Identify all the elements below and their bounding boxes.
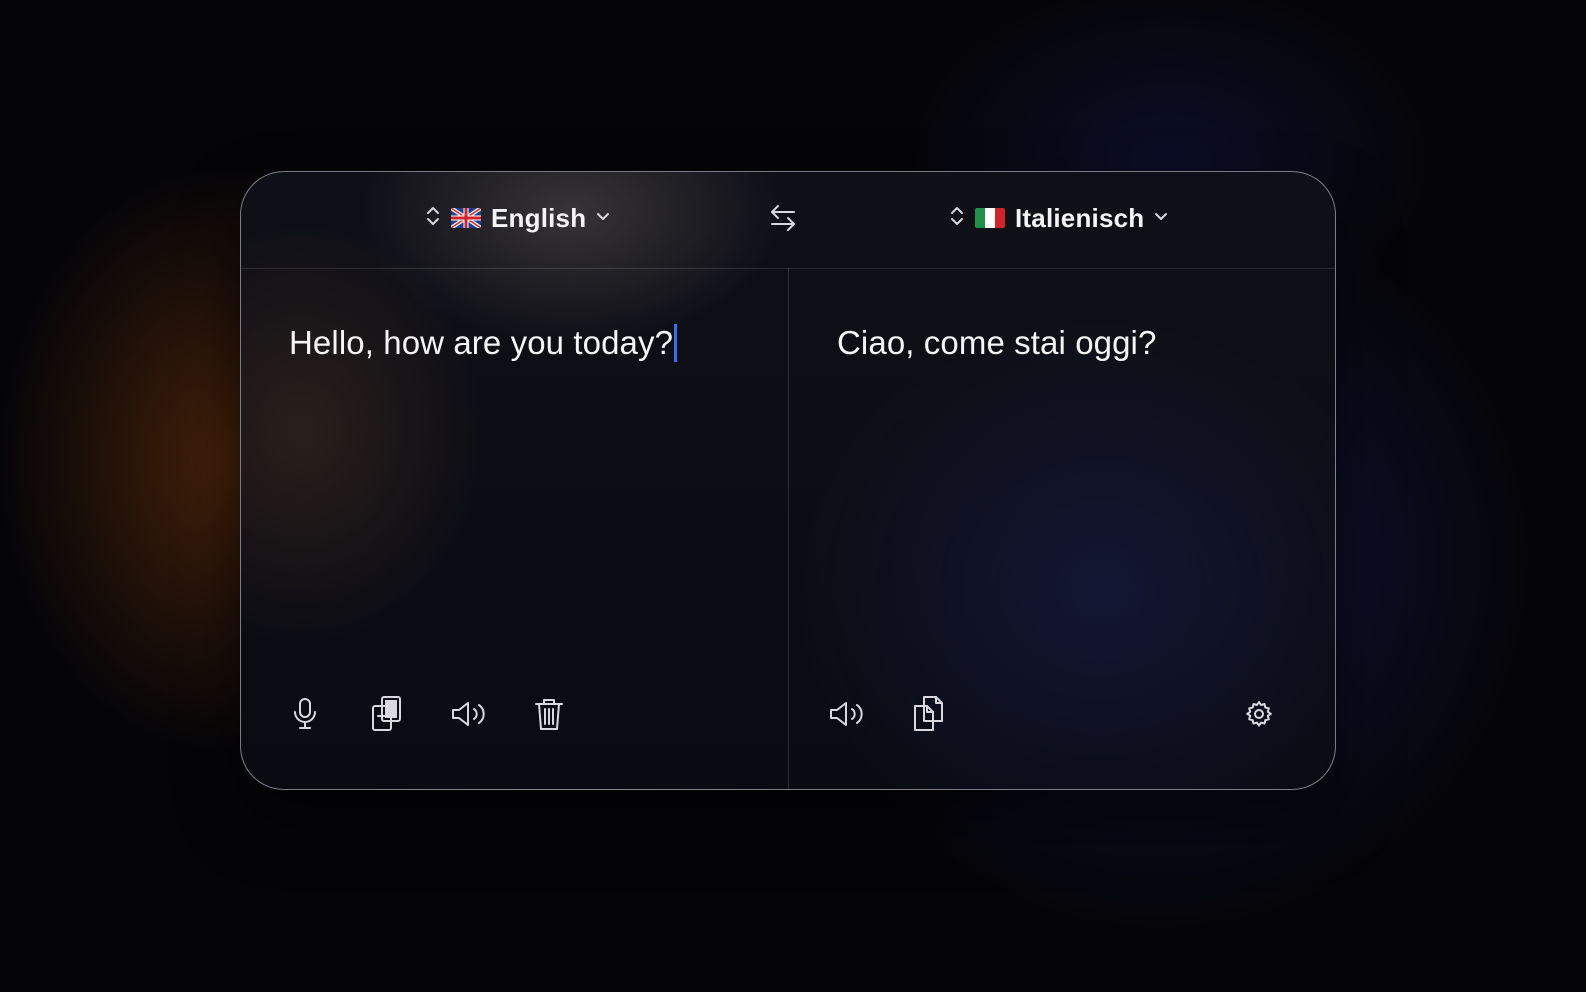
microphone-button[interactable] — [283, 692, 327, 736]
translator-window: English Italienisch Hello, how are you t… — [240, 171, 1336, 790]
target-text: Ciao, come stai oggi? — [837, 324, 1157, 361]
source-language-selector[interactable]: English — [425, 198, 610, 238]
language-bar: English Italienisch — [241, 172, 1335, 269]
pane-divider — [788, 268, 789, 789]
copy-translation-button[interactable] — [907, 692, 951, 736]
speaker-icon — [827, 698, 867, 730]
settings-button[interactable] — [1237, 692, 1281, 736]
text-caret — [674, 324, 678, 362]
gear-icon — [1244, 699, 1274, 729]
speaker-icon — [449, 698, 489, 730]
clear-text-button[interactable] — [527, 692, 571, 736]
paste-button[interactable] — [365, 692, 409, 736]
italy-flag-icon — [975, 208, 1005, 228]
chevron-down-icon — [1154, 209, 1168, 228]
source-language-name: English — [491, 202, 587, 233]
source-text: Hello, how are you today? — [289, 324, 674, 361]
swap-languages-button[interactable] — [763, 200, 803, 240]
translation-output: Ciao, come stai oggi? — [837, 324, 1156, 362]
source-text-input[interactable]: Hello, how are you today? — [289, 324, 678, 362]
chevron-down-icon — [596, 209, 610, 228]
target-language-selector[interactable]: Italienisch — [949, 198, 1168, 238]
swap-arrows-icon — [768, 202, 798, 239]
uk-flag-icon — [451, 208, 481, 228]
copy-icon — [911, 694, 947, 734]
speak-source-button[interactable] — [447, 692, 491, 736]
target-language-name: Italienisch — [1015, 202, 1145, 233]
speak-translation-button[interactable] — [825, 692, 869, 736]
sort-arrows-icon — [425, 204, 441, 233]
sort-arrows-icon — [949, 204, 965, 233]
microphone-icon — [290, 696, 320, 732]
paste-icon — [369, 694, 405, 734]
trash-icon — [533, 696, 565, 732]
